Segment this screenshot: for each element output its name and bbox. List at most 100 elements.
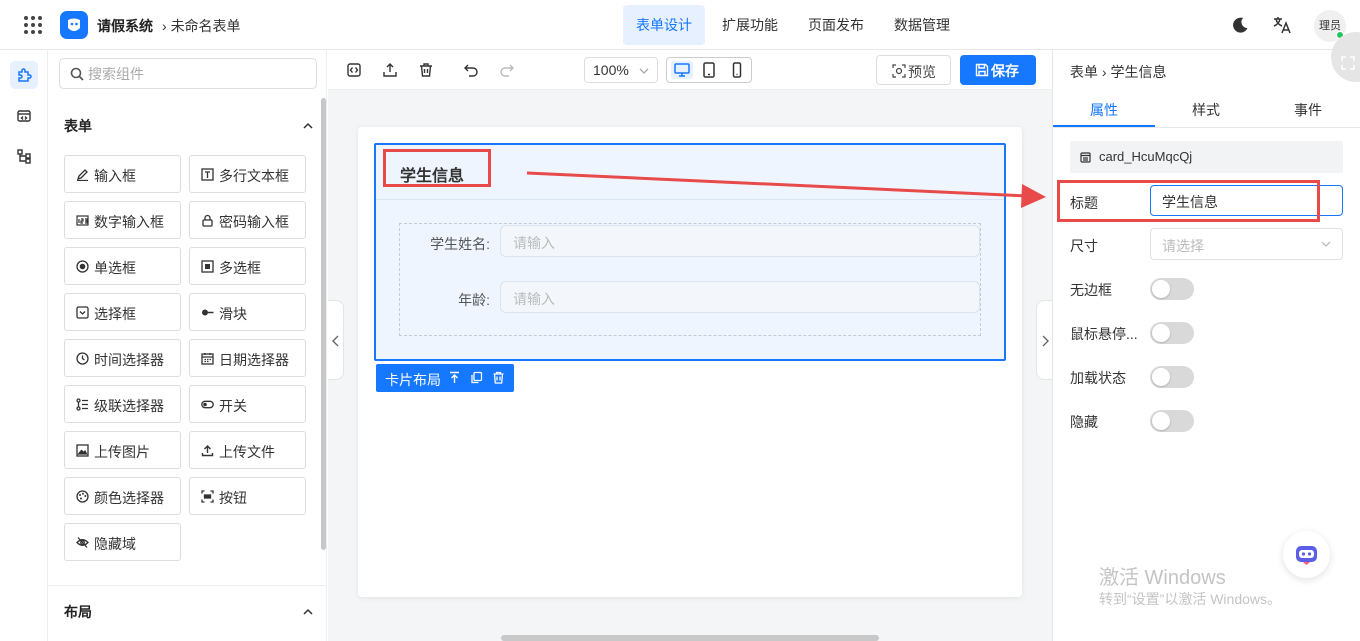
delete-icon[interactable] — [418, 62, 434, 78]
section-divider — [48, 585, 326, 586]
component-upload-image[interactable]: 上传图片 — [64, 431, 181, 469]
preview-eye-icon — [892, 64, 906, 78]
text-area-icon — [201, 168, 214, 181]
hover-toggle[interactable] — [1150, 322, 1194, 344]
hidden-toggle[interactable] — [1150, 410, 1194, 432]
zoom-value: 100% — [593, 62, 629, 78]
tab-properties[interactable]: 属性 — [1053, 100, 1155, 120]
card-body-dropzone[interactable]: 学生姓名: 请输入 年龄: 请输入 — [399, 223, 981, 336]
hidden-label: 隐藏 — [1070, 414, 1098, 430]
component-hidden-field[interactable]: 隐藏域 — [64, 523, 181, 561]
component-button[interactable]: 按钮 — [189, 477, 306, 515]
props-tabs: 属性 样式 事件 — [1053, 90, 1360, 128]
size-select[interactable]: 请选择 — [1150, 228, 1343, 260]
desktop-icon[interactable] — [671, 61, 693, 79]
component-slider[interactable]: 滑块 — [189, 293, 306, 331]
chevron-down-icon — [639, 68, 649, 74]
card-header: 学生信息 — [376, 145, 1004, 200]
component-input[interactable]: 输入框 — [64, 155, 181, 193]
component-radio[interactable]: 单选框 — [64, 247, 181, 285]
student-name-input[interactable]: 请输入 — [500, 225, 980, 257]
component-cascader[interactable]: 级联选择器 — [64, 385, 181, 423]
section-form-header[interactable]: 表单 — [64, 116, 314, 136]
design-canvas: 学生信息 学生姓名: 请输入 年龄: 请输入 卡片布局 — [328, 90, 1052, 641]
section-form-title: 表单 — [64, 118, 92, 134]
card-layout[interactable]: 学生信息 学生姓名: 请输入 年龄: 请输入 — [374, 143, 1006, 361]
assistant-button[interactable] — [1283, 531, 1330, 578]
tab-events[interactable]: 事件 — [1257, 100, 1359, 120]
props-breadcrumb-root[interactable]: 表单 — [1070, 64, 1098, 80]
component-textarea[interactable]: 多行文本框 — [189, 155, 306, 193]
component-select[interactable]: 选择框 — [64, 293, 181, 331]
preview-button[interactable]: 预览 — [876, 55, 951, 85]
mobile-icon[interactable] — [726, 61, 748, 79]
canvas-horizontal-scrollbar[interactable] — [501, 635, 879, 641]
no-border-label: 无边框 — [1070, 282, 1112, 298]
nav-tab-publish[interactable]: 页面发布 — [795, 5, 877, 45]
save-button[interactable]: 保存 — [960, 55, 1036, 85]
pencil-icon — [76, 169, 88, 181]
field-label-name: 学生姓名: — [430, 236, 490, 252]
trash-icon[interactable] — [492, 371, 505, 384]
canvas-toolbar: 100% 预览 保存 — [328, 50, 1052, 90]
component-checkbox[interactable]: 多选框 — [189, 247, 306, 285]
slider-icon — [202, 309, 214, 316]
component-upload-file[interactable]: 上传文件 — [189, 431, 306, 469]
card-icon — [1080, 152, 1091, 163]
component-time-picker[interactable]: 时间选择器 — [64, 339, 181, 377]
number-icon — [76, 215, 89, 226]
section-layout-header[interactable]: 布局 — [64, 602, 314, 622]
lock-icon — [202, 214, 213, 227]
component-id-row: card_HcuMqcQj — [1070, 141, 1343, 173]
component-switch[interactable]: 开关 — [189, 385, 306, 423]
panel-scrollbar[interactable] — [321, 98, 326, 550]
search-input[interactable] — [88, 64, 298, 84]
switch-icon — [201, 400, 214, 409]
field-label-age: 年龄: — [458, 292, 490, 308]
move-up-icon[interactable] — [448, 371, 461, 384]
source-code-icon[interactable] — [10, 102, 38, 130]
zoom-select[interactable]: 100% — [584, 57, 658, 83]
component-password-input[interactable]: 密码输入框 — [189, 201, 306, 239]
nav-tab-data[interactable]: 数据管理 — [881, 5, 963, 45]
age-input[interactable]: 请输入 — [500, 281, 980, 313]
code-icon[interactable] — [346, 62, 362, 78]
component-color-picker[interactable]: 颜色选择器 — [64, 477, 181, 515]
app-title: 请假系统 — [97, 18, 153, 34]
collapse-left-button[interactable] — [328, 300, 344, 380]
components-tab-puzzle-icon[interactable] — [10, 61, 38, 89]
form-name: 未命名表单 — [170, 18, 241, 34]
activation-watermark-hint: 转到“设置”以激活 Windows。 — [1099, 591, 1282, 607]
tablet-icon[interactable] — [698, 61, 720, 79]
dark-mode-icon[interactable] — [1231, 16, 1249, 34]
card-action-bar: 卡片布局 — [376, 364, 514, 392]
nav-tab-extensions[interactable]: 扩展功能 — [709, 5, 791, 45]
main-nav: 表单设计 扩展功能 页面发布 数据管理 — [623, 5, 967, 45]
component-panel: 表单 输入框 多行文本框 数字输入框 密码输入框 单选框 多选框 — [48, 50, 327, 641]
robot-icon — [1296, 546, 1317, 565]
button-icon — [201, 490, 214, 503]
collapse-right-button[interactable] — [1036, 300, 1052, 380]
breadcrumb[interactable]: › 未命名表单 — [162, 16, 241, 36]
redo-icon[interactable] — [499, 62, 515, 78]
translate-icon[interactable] — [1272, 15, 1292, 35]
nav-tab-form-design[interactable]: 表单设计 — [623, 5, 705, 45]
component-date-picker[interactable]: 日期选择器 — [189, 339, 306, 377]
section-layout-title: 布局 — [64, 604, 92, 620]
export-icon[interactable] — [382, 62, 398, 78]
component-number-input[interactable]: 数字输入框 — [64, 201, 181, 239]
activation-watermark-title: 激活 Windows — [1099, 567, 1226, 589]
copy-icon[interactable] — [470, 371, 483, 384]
outline-tree-icon[interactable] — [10, 142, 38, 170]
undo-icon[interactable] — [463, 62, 479, 78]
tab-styles[interactable]: 样式 — [1155, 100, 1257, 120]
eye-off-icon — [76, 537, 89, 548]
image-icon — [76, 444, 89, 457]
loading-toggle[interactable] — [1150, 366, 1194, 388]
apps-grid-icon[interactable] — [22, 14, 44, 36]
left-rail — [0, 50, 48, 641]
fullscreen-icon — [1341, 56, 1355, 70]
card-tag-label: 卡片布局 — [385, 372, 441, 388]
highlight-box — [383, 149, 491, 187]
no-border-toggle[interactable] — [1150, 278, 1194, 300]
